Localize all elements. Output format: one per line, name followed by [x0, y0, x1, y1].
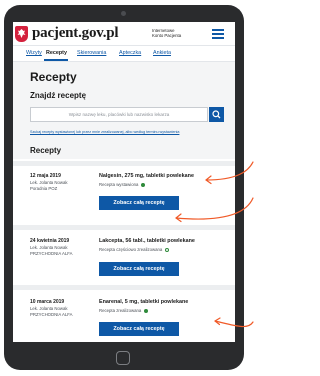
poland-emblem-icon [15, 26, 28, 42]
advanced-search-link[interactable]: Szukaj recepty wystawionej lub przez mni… [30, 130, 226, 134]
page-title: Recepty [30, 70, 77, 84]
search-section: Recepty Znajdź receptę Wpisz nazwę leku,… [13, 62, 235, 159]
prescription-date: 12 maja 2019 [30, 173, 61, 179]
screen: pacjent.gov.pl Internetowe Konto Pacjent… [13, 22, 235, 342]
tab-recepty[interactable]: Recepty [46, 50, 67, 56]
prescription-card: 24 kwietnia 2019 Lek. Jolanta Nowak PRZY… [13, 225, 235, 285]
prescription-status: Recepta wystawiona [99, 182, 146, 187]
card-divider [13, 225, 235, 230]
tab-wizyty[interactable]: Wizyty [26, 50, 42, 56]
tab-apteczka[interactable]: Apteczka [119, 50, 141, 56]
card-divider [13, 285, 235, 290]
prescription-clinic: Poradnia POZ [30, 186, 58, 191]
site-header: pacjent.gov.pl Internetowe Konto Pacjent… [13, 22, 235, 46]
search-input[interactable]: Wpisz nazwę leku, placówki lub nazwisko … [30, 107, 208, 122]
prescription-status: Recepta zrealizowana [99, 308, 149, 313]
tablet-frame: pacjent.gov.pl Internetowe Konto Pacjent… [4, 5, 244, 370]
tab-skierowania[interactable]: Skierowania [77, 50, 106, 56]
site-subtitle: Internetowe Konto Pacjenta [152, 28, 182, 38]
view-prescription-button[interactable]: Zobacz całą receptę [99, 322, 179, 336]
prescription-date: 24 kwietnia 2019 [30, 238, 70, 244]
active-tab-indicator [44, 59, 68, 61]
status-dot-icon [141, 182, 146, 187]
status-dot-icon [144, 308, 149, 313]
camera-icon [121, 11, 126, 16]
prescription-doctor: Lek. Jolanta Nowak [30, 180, 68, 185]
prescription-doctor: Lek. Jolanta Nowak [30, 306, 68, 311]
tab-ankieta[interactable]: Ankieta [153, 50, 171, 56]
prescription-card: 12 maja 2019 Lek. Jolanta Nowak Poradnia… [13, 161, 235, 225]
prescription-drug: Lakcepta, 56 tabl., tabletki powlekane [99, 238, 195, 244]
prescription-drug: Nalgesin, 275 mg, tabletki powlekane [99, 173, 194, 179]
prescription-status: Recepta częściowo zrealizowana [99, 247, 170, 252]
prescription-date: 10 marca 2019 [30, 299, 65, 305]
prescriptions-list-title: Recepty [30, 146, 62, 155]
view-prescription-button[interactable]: Zobacz całą receptę [99, 196, 179, 210]
home-button-icon[interactable] [116, 351, 130, 365]
card-divider [13, 161, 235, 166]
search-heading: Znajdź receptę [30, 91, 87, 100]
prescription-card: 10 marca 2019 Lek. Jolanta Nowak PRZYCHO… [13, 285, 235, 342]
menu-icon[interactable] [212, 29, 224, 39]
prescription-clinic: PRZYCHODNIA ALFA [30, 251, 73, 256]
prescription-drug: Enarenal, 5 mg, tabletki powlekane [99, 299, 189, 305]
site-logo-text[interactable]: pacjent.gov.pl [32, 25, 119, 42]
nav-tabs: Wizyty Recepty Skierowania Apteczka Anki… [13, 46, 235, 62]
prescription-doctor: Lek. Jolanta Nowak [30, 245, 68, 250]
search-icon[interactable] [209, 107, 224, 122]
prescription-clinic: PRZYCHODNIA ALFA [30, 312, 73, 317]
view-prescription-button[interactable]: Zobacz całą receptę [99, 262, 179, 276]
status-dot-icon [165, 247, 170, 252]
